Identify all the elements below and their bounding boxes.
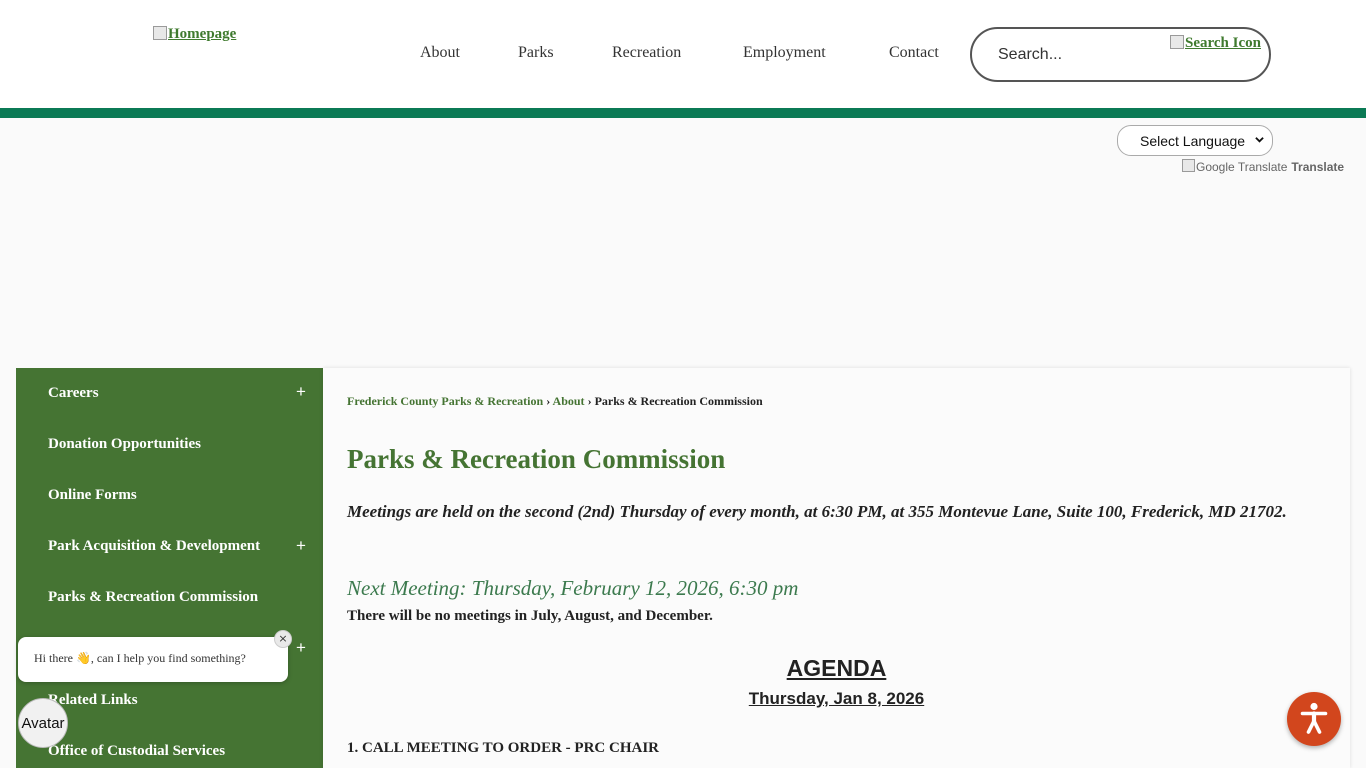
- close-icon[interactable]: ×: [274, 630, 292, 648]
- breadcrumb-link-home[interactable]: Frederick County Parks & Recreation: [347, 394, 543, 408]
- chat-greeting-text: Hi there 👋, can I help you find somethin…: [34, 651, 246, 665]
- nav-parks[interactable]: Parks: [518, 44, 554, 62]
- next-meeting-heading: Next Meeting: Thursday, February 12, 202…: [347, 576, 799, 600]
- sidebar-item-custodial-services[interactable]: Office of Custodial Services: [48, 743, 225, 760]
- agenda-date: Thursday, Jan 8, 2026: [748, 689, 925, 708]
- agenda-item: 1. CALL MEETING TO ORDER - PRC CHAIR: [347, 740, 659, 756]
- breadcrumb-link-about[interactable]: About: [553, 394, 585, 408]
- breadcrumb-current: Parks & Recreation Commission: [594, 394, 763, 408]
- site-header: Homepage About Parks Recreation Employme…: [0, 0, 1366, 108]
- accessibility-person-icon: [1300, 702, 1328, 734]
- search-icon: [1170, 34, 1184, 49]
- breadcrumb: Frederick County Parks & Recreation › Ab…: [347, 394, 763, 409]
- sidebar-item-donation-opportunities[interactable]: Donation Opportunities: [48, 436, 201, 453]
- page-title: Parks & Recreation Commission: [347, 444, 726, 474]
- avatar-label: Avatar: [21, 714, 65, 732]
- expand-plus-icon[interactable]: +: [296, 536, 306, 556]
- breadcrumb-separator: ›: [587, 394, 592, 408]
- sidebar-item-parks-recreation-commission[interactable]: Parks & Recreation Commission: [48, 589, 258, 606]
- agenda-title: AGENDA: [786, 655, 887, 681]
- main-content: Frederick County Parks & Recreation › Ab…: [323, 368, 1350, 768]
- google-translate-credit[interactable]: Google Translate Translate: [1182, 158, 1345, 174]
- breadcrumb-separator: ›: [546, 394, 551, 408]
- homepage-logo-link[interactable]: Homepage: [153, 25, 237, 43]
- google-logo-icon: [1182, 158, 1195, 172]
- meeting-schedule-text: Meetings are held on the second (2nd) Th…: [347, 502, 1287, 521]
- logo-alt-text: Homepage: [168, 26, 237, 42]
- search-icon-alt-text: Search Icon: [1185, 35, 1261, 51]
- language-select-label: Select Language: [1140, 132, 1246, 149]
- sidebar-item-careers[interactable]: Careers: [48, 385, 99, 402]
- nav-employment[interactable]: Employment: [743, 44, 826, 62]
- search-input[interactable]: [998, 44, 1158, 66]
- chat-avatar-button[interactable]: Avatar: [18, 698, 68, 748]
- sidebar-item-park-acquisition[interactable]: Park Acquisition & Development: [48, 538, 260, 555]
- google-logo-alt-text: Google Translate: [1196, 160, 1288, 174]
- search-button[interactable]: Search Icon: [1170, 34, 1261, 52]
- chevron-down-icon: [1255, 137, 1264, 143]
- search-box: Search Icon: [970, 27, 1271, 82]
- accessibility-button[interactable]: [1287, 692, 1341, 746]
- expand-plus-icon[interactable]: +: [296, 638, 306, 658]
- broken-image-icon: [153, 25, 167, 40]
- sidebar-item-online-forms[interactable]: Online Forms: [48, 487, 137, 504]
- language-select[interactable]: Select Language: [1117, 125, 1273, 156]
- nav-about[interactable]: About: [420, 44, 460, 62]
- nav-recreation[interactable]: Recreation: [612, 44, 681, 62]
- header-accent-bar: [0, 108, 1366, 118]
- translate-label: Translate: [1291, 160, 1345, 174]
- no-meetings-note: There will be no meetings in July, Augus…: [347, 608, 713, 624]
- chat-greeting-bubble[interactable]: Hi there 👋, can I help you find somethin…: [18, 637, 288, 682]
- expand-plus-icon[interactable]: +: [296, 382, 306, 402]
- nav-contact[interactable]: Contact: [889, 44, 939, 62]
